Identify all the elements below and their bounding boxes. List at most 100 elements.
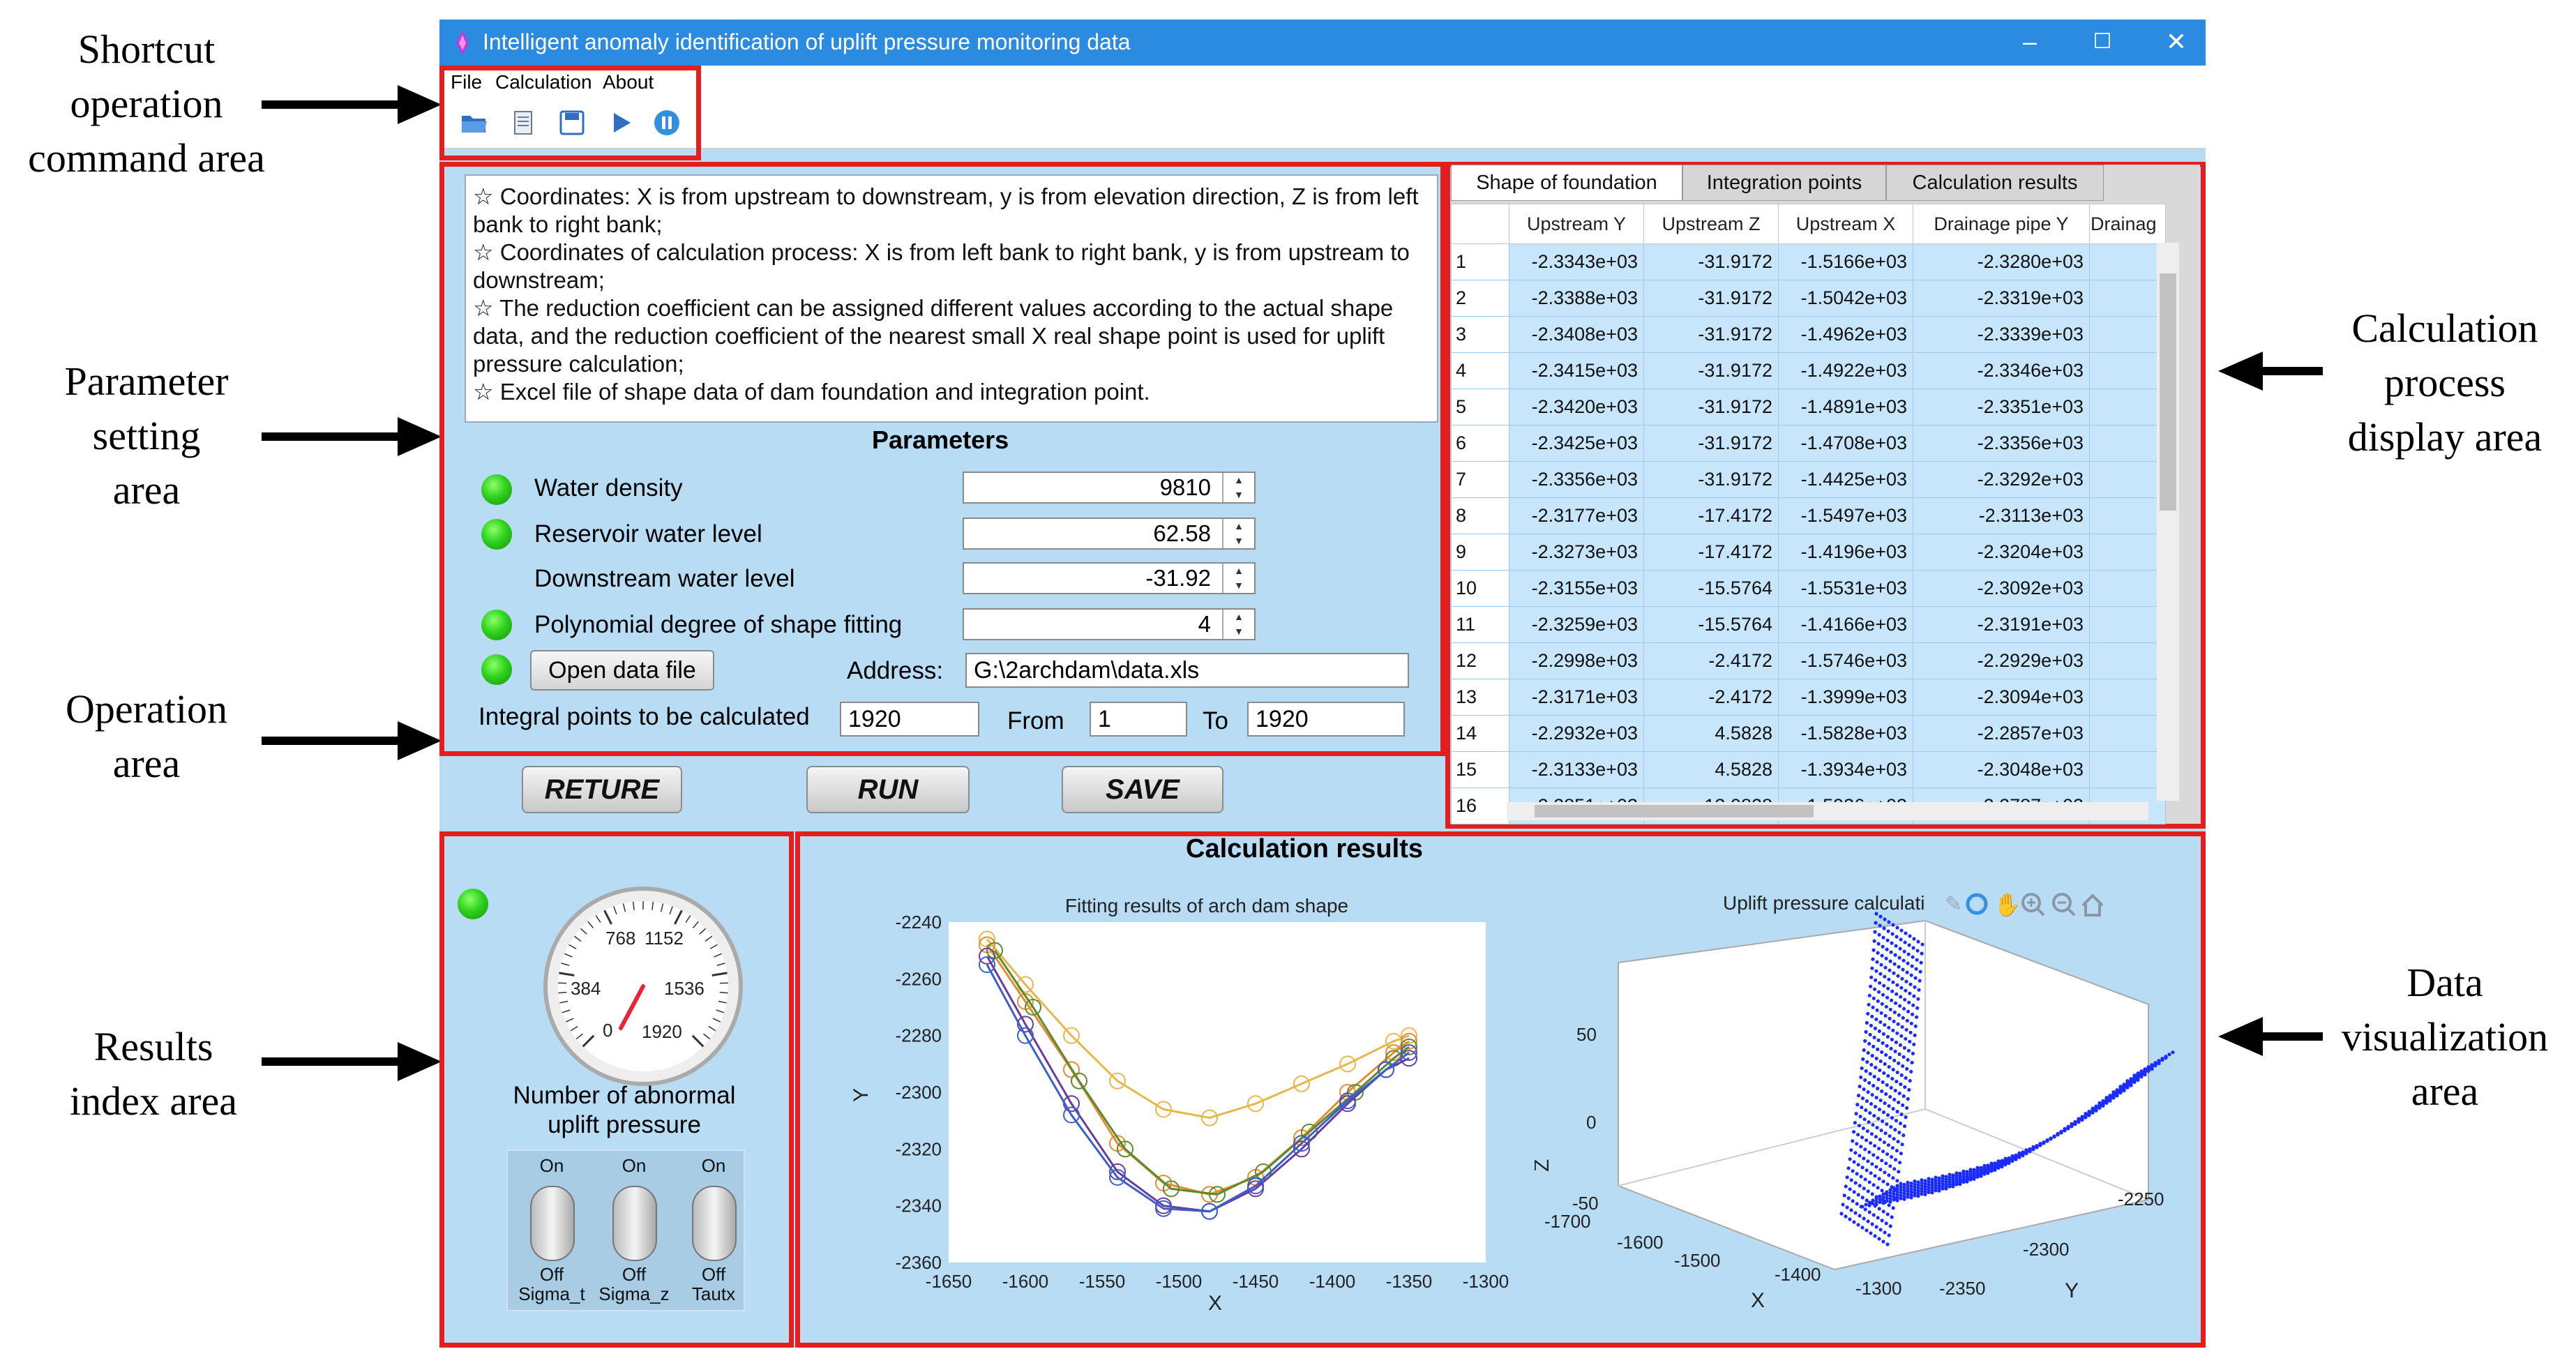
- table-row[interactable]: 10 -2.3155e+03 -15.5764 -1.5531e+03 -2.3092e…: [1451, 570, 2166, 607]
- table-cell[interactable]: -1.3999e+03: [1778, 679, 1913, 716]
- scrollbar-thumb[interactable]: [2160, 273, 2176, 511]
- table-cell[interactable]: -2.3351e+03: [1913, 389, 2090, 425]
- table-row[interactable]: 7 -2.3356e+03 -31.9172 -1.4425e+03 -2.3292e+…: [1451, 461, 2166, 498]
- maximize-button[interactable]: ☐: [2081, 24, 2123, 60]
- table-row[interactable]: 4 -2.3415e+03 -31.9172 -1.4922e+03 -2.3346e+…: [1451, 352, 2166, 389]
- table-cell[interactable]: -31.9172: [1643, 461, 1779, 498]
- table-cell[interactable]: -2.2857e+03: [1913, 715, 2090, 752]
- poly-degree-input[interactable]: 4 ▲ ▼: [963, 608, 1256, 640]
- row-number[interactable]: 13: [1451, 679, 1509, 716]
- table-cell[interactable]: -2.3425e+03: [1509, 425, 1644, 462]
- row-number[interactable]: 2: [1451, 280, 1509, 317]
- table-cell[interactable]: [2089, 679, 2166, 716]
- table-cell[interactable]: -2.3339e+03: [1913, 316, 2090, 353]
- downstream-level-input[interactable]: -31.92 ▲ ▼: [963, 562, 1256, 594]
- table-cell[interactable]: -31.9172: [1643, 316, 1779, 353]
- table-row[interactable]: 3 -2.3408e+03 -31.9172 -1.4962e+03 -2.3339e+…: [1451, 316, 2166, 353]
- table-cell[interactable]: [2089, 497, 2166, 534]
- save-button[interactable]: SAVE: [1062, 766, 1223, 813]
- table-cell[interactable]: 4.5828: [1643, 715, 1779, 752]
- table-cell[interactable]: 4.5828: [1643, 751, 1779, 788]
- spinner-arrows-icon[interactable]: ▲ ▼: [1222, 564, 1254, 593]
- table-cell[interactable]: -1.4166e+03: [1778, 606, 1913, 643]
- table-cell[interactable]: -31.9172: [1643, 243, 1779, 280]
- table-cell[interactable]: -2.3113e+03: [1913, 497, 2090, 534]
- from-input[interactable]: 1: [1090, 702, 1187, 737]
- toggle-switch-sigma-t[interactable]: [530, 1186, 575, 1261]
- table-cell[interactable]: -1.5828e+03: [1778, 715, 1913, 752]
- table-cell[interactable]: -1.5497e+03: [1778, 497, 1913, 534]
- table-cell[interactable]: -15.5764: [1643, 570, 1779, 607]
- row-number[interactable]: 15: [1451, 751, 1509, 788]
- edit-icon[interactable]: ✎: [1945, 893, 1962, 916]
- toggle-switch-tautx[interactable]: [692, 1186, 737, 1261]
- table-cell[interactable]: [2089, 243, 2166, 280]
- table-cell[interactable]: -2.2932e+03: [1509, 715, 1644, 752]
- table-row[interactable]: 8 -2.3177e+03 -17.4172 -1.5497e+03 -2.3113e+…: [1451, 497, 2166, 534]
- table-cell[interactable]: -1.4708e+03: [1778, 425, 1913, 462]
- table-cell[interactable]: -2.3191e+03: [1913, 606, 2090, 643]
- table-row[interactable]: 5 -2.3420e+03 -31.9172 -1.4891e+03 -2.3351e+…: [1451, 389, 2166, 425]
- table-cell[interactable]: -2.3420e+03: [1509, 389, 1644, 425]
- table-cell[interactable]: [2089, 280, 2166, 317]
- table-cell[interactable]: -2.3343e+03: [1509, 243, 1644, 280]
- table-cell[interactable]: -2.2998e+03: [1509, 642, 1644, 679]
- row-number[interactable]: 12: [1451, 642, 1509, 679]
- tab-integration-points[interactable]: Integration points: [1682, 165, 1886, 201]
- table-cell[interactable]: [2089, 316, 2166, 353]
- table-cell[interactable]: -2.3094e+03: [1913, 679, 2090, 716]
- table-cell[interactable]: [2089, 352, 2166, 389]
- return-button[interactable]: RETURE: [522, 766, 682, 813]
- row-number[interactable]: 16: [1451, 787, 1509, 824]
- table-cell[interactable]: [2089, 534, 2166, 571]
- table-cell[interactable]: [2089, 425, 2166, 462]
- table-cell[interactable]: -31.9172: [1643, 280, 1779, 317]
- table-cell[interactable]: -2.3273e+03: [1509, 534, 1644, 571]
- table-row[interactable]: 2 -2.3388e+03 -31.9172 -1.5042e+03 -2.3319e+…: [1451, 280, 2166, 317]
- table-cell[interactable]: [2089, 715, 2166, 752]
- table-cell[interactable]: -2.4172: [1643, 642, 1779, 679]
- home-icon[interactable]: [2081, 894, 2104, 917]
- table-cell[interactable]: -1.5042e+03: [1778, 280, 1913, 317]
- table-cell[interactable]: -1.4425e+03: [1778, 461, 1913, 498]
- address-input[interactable]: G:\2archdam\data.xls: [965, 653, 1409, 688]
- table-cell[interactable]: -2.3356e+03: [1509, 461, 1644, 498]
- table-cell[interactable]: -15.5764: [1643, 606, 1779, 643]
- minimize-button[interactable]: –: [2009, 24, 2051, 60]
- close-button[interactable]: ✕: [2155, 24, 2197, 60]
- spinner-arrows-icon[interactable]: ▲ ▼: [1222, 610, 1254, 639]
- table-cell[interactable]: [2089, 461, 2166, 498]
- table-row[interactable]: 6 -2.3425e+03 -31.9172 -1.4708e+03 -2.3356e+…: [1451, 425, 2166, 462]
- row-number[interactable]: 11: [1451, 606, 1509, 643]
- to-input[interactable]: 1920: [1247, 702, 1405, 737]
- table-cell[interactable]: -2.4172: [1643, 679, 1779, 716]
- hscrollbar-thumb[interactable]: [1535, 805, 1814, 817]
- table-cell[interactable]: -31.9172: [1643, 425, 1779, 462]
- tab-calculation-results[interactable]: Calculation results: [1886, 165, 2104, 201]
- toggle-switch-sigma-z[interactable]: [612, 1186, 657, 1261]
- table-cell[interactable]: -2.3280e+03: [1913, 243, 2090, 280]
- table-cell[interactable]: -1.4196e+03: [1778, 534, 1913, 571]
- reservoir-level-input[interactable]: 62.58 ▲ ▼: [963, 518, 1256, 550]
- zoom-in-icon[interactable]: [2021, 893, 2045, 917]
- pan-hand-icon[interactable]: ✋: [1994, 892, 2021, 917]
- table-cell[interactable]: [2089, 570, 2166, 607]
- table-cell[interactable]: -2.3092e+03: [1913, 570, 2090, 607]
- table-cell[interactable]: -2.3356e+03: [1913, 425, 2090, 462]
- table-cell[interactable]: -2.3177e+03: [1509, 497, 1644, 534]
- table-cell[interactable]: -1.4922e+03: [1778, 352, 1913, 389]
- spinner-arrows-icon[interactable]: ▲ ▼: [1222, 473, 1254, 502]
- row-number[interactable]: 8: [1451, 497, 1509, 534]
- table-cell[interactable]: -2.3292e+03: [1913, 461, 2090, 498]
- table-cell[interactable]: [2089, 389, 2166, 425]
- table-cell[interactable]: -2.3388e+03: [1509, 280, 1644, 317]
- table-row[interactable]: 15 -2.3133e+03 4.5828 -1.3934e+03 -2.3048e+0…: [1451, 751, 2166, 788]
- integral-points-input[interactable]: 1920: [840, 702, 979, 737]
- spinner-arrows-icon[interactable]: ▲ ▼: [1222, 519, 1254, 548]
- zoom-out-icon[interactable]: [2052, 893, 2076, 917]
- table-cell[interactable]: -2.2929e+03: [1913, 642, 2090, 679]
- table-cell[interactable]: [2089, 751, 2166, 788]
- table-row[interactable]: 13 -2.3171e+03 -2.4172 -1.3999e+03 -2.3094e+…: [1451, 679, 2166, 716]
- table-cell[interactable]: -2.3171e+03: [1509, 679, 1644, 716]
- table-cell[interactable]: [2089, 606, 2166, 643]
